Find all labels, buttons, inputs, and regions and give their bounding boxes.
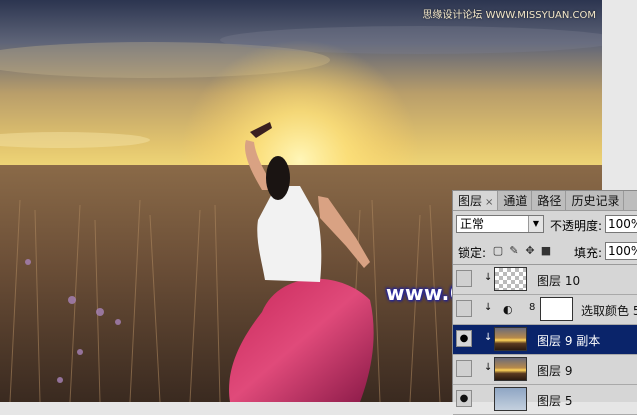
panel-tabs: 图层 × 通道 路径 历史记录 — [453, 191, 637, 211]
opacity-label: 不透明度: — [550, 219, 603, 233]
tab-label: 图层 — [458, 194, 483, 208]
layer-thumbnail — [494, 267, 527, 291]
layers-list: ↓ 图层 10 ↓ ◐ 8 选取颜色 5 ● ↓ 图层 9 副本 ↓ 图层 9 … — [453, 264, 637, 415]
layer-thumbnail — [494, 327, 527, 351]
eye-icon[interactable]: ● — [456, 330, 472, 347]
tab-layers[interactable]: 图层 × — [453, 191, 499, 210]
layer-row[interactable]: ↓ 图层 9 — [453, 355, 637, 385]
tab-label: 历史记录 — [571, 194, 620, 208]
clip-arrow-icon: ↓ — [484, 332, 493, 343]
lock-row: 锁定: ▢ ✎ ✥ ■ 填充: 100% — [456, 242, 637, 261]
layer-thumbnail — [494, 357, 527, 381]
clip-arrow-icon: ↓ — [484, 362, 493, 373]
fill-input[interactable]: 100% — [605, 242, 637, 260]
layers-panel: 图层× 通道 路径 历史记录 正常 ▼ 不透明度: 100% 锁定: ▢ ✎ ✥… — [452, 190, 637, 415]
lock-brush-icon[interactable]: ✎ — [508, 245, 520, 257]
layer-row[interactable]: ↓ 图层 10 — [453, 265, 637, 295]
layer-thumbnail — [494, 387, 527, 411]
lock-move-icon[interactable]: ✥ — [524, 245, 536, 257]
layer-row[interactable]: ↓ ◐ 8 选取颜色 5 — [453, 295, 637, 325]
adjustment-icon: ◐ — [503, 303, 513, 316]
layer-name: 图层 9 副本 — [537, 334, 601, 348]
tab-label: 路径 — [537, 194, 562, 208]
layer-row[interactable]: ● 图层 5 — [453, 385, 637, 415]
blend-mode-select[interactable]: 正常 ▼ — [456, 215, 544, 233]
blend-mode-value: 正常 — [460, 217, 485, 231]
clip-arrow-icon: ↓ — [484, 302, 493, 313]
watermark-top: 思缘设计论坛 WWW.MISSYUAN.COM — [422, 10, 596, 21]
chevron-down-icon[interactable]: ▼ — [528, 216, 543, 232]
layer-name: 图层 9 — [537, 364, 573, 378]
opacity-input[interactable]: 100% — [605, 215, 637, 233]
layer-name: 选取颜色 5 — [581, 304, 637, 318]
tab-channels[interactable]: 通道 — [498, 191, 533, 210]
eye-icon[interactable]: ● — [456, 390, 472, 407]
lock-label: 锁定: — [458, 246, 487, 260]
visibility-toggle[interactable] — [456, 300, 472, 317]
link-icon: 8 — [529, 302, 536, 313]
layer-mask-thumbnail — [540, 297, 573, 321]
visibility-toggle[interactable] — [456, 270, 472, 287]
close-icon[interactable]: × — [485, 197, 493, 208]
tab-paths[interactable]: 路径 — [532, 191, 567, 210]
blend-row: 正常 ▼ 不透明度: 100% — [456, 215, 637, 235]
tab-history[interactable]: 历史记录 — [566, 191, 625, 210]
visibility-toggle[interactable] — [456, 360, 472, 377]
lock-all-icon[interactable]: ■ — [540, 245, 552, 257]
layer-row-selected[interactable]: ● ↓ 图层 9 副本 — [453, 325, 637, 355]
lock-transparency-icon[interactable]: ▢ — [492, 245, 504, 257]
tab-label: 通道 — [503, 194, 528, 208]
clip-arrow-icon: ↓ — [484, 272, 493, 283]
layer-name: 图层 5 — [537, 394, 573, 408]
layer-name: 图层 10 — [537, 274, 581, 288]
fill-label: 填充: — [574, 246, 603, 260]
